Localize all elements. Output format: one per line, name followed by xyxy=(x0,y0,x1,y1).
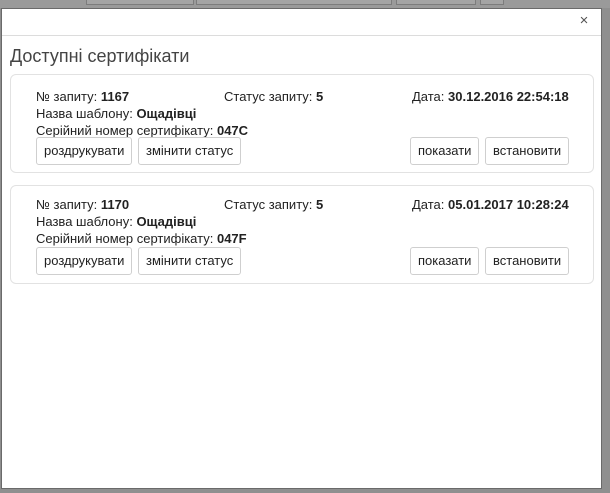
certificate-serial-value: 047F xyxy=(216,231,247,246)
request-status-label: Статус запиту: xyxy=(224,197,313,212)
request-status-label: Статус запиту: xyxy=(224,89,313,104)
request-date-label: Дата: xyxy=(412,197,445,212)
request-date-value: 05.01.2017 10:28:24 xyxy=(448,197,569,212)
request-status: Статус запиту: 5 xyxy=(224,89,323,104)
certificate-card: № запиту: 1170 Статус запиту: 5 Дата: 05… xyxy=(10,185,594,284)
template-name: Назва шаблону: Ощадівці xyxy=(36,106,196,121)
request-date: Дата: 05.01.2017 10:28:24 xyxy=(412,197,569,212)
template-name-value: Ощадівці xyxy=(136,214,197,229)
request-number-label: № запиту: xyxy=(36,89,98,104)
background-table-row xyxy=(0,0,610,8)
request-date: Дата: 30.12.2016 22:54:18 xyxy=(412,89,569,104)
request-status: Статус запиту: 5 xyxy=(224,197,323,212)
certificates-dialog: × Доступні сертифікати № запиту: 1167 Ст… xyxy=(1,8,602,489)
request-status-value: 5 xyxy=(316,197,324,212)
dialog-header: × xyxy=(2,9,601,36)
show-button[interactable]: показати xyxy=(410,137,480,165)
background-code-cell xyxy=(396,0,476,5)
certificate-serial-label: Серійний номер сертифікату: xyxy=(36,123,214,138)
template-name-value: Ощадівці xyxy=(136,106,197,121)
request-number-value: 1167 xyxy=(100,89,130,104)
background-email-cell xyxy=(196,0,392,5)
certificate-card: № запиту: 1167 Статус запиту: 5 Дата: 30… xyxy=(10,74,594,173)
request-date-value: 30.12.2016 22:54:18 xyxy=(448,89,569,104)
change-status-button[interactable]: змінити статус xyxy=(138,247,242,275)
request-number-value: 1170 xyxy=(100,197,130,212)
install-button[interactable]: встановити xyxy=(485,137,570,165)
certificate-serial-value: 047C xyxy=(216,123,249,138)
change-status-button[interactable]: змінити статус xyxy=(138,137,242,165)
certificate-serial: Серійний номер сертифікату: 047F xyxy=(36,231,247,246)
request-number-label: № запиту: xyxy=(36,197,98,212)
request-status-value: 5 xyxy=(316,89,324,104)
template-name-label: Назва шаблону: xyxy=(36,214,133,229)
certificate-serial: Серійний номер сертифікату: 047C xyxy=(36,123,248,138)
background-phone-cell xyxy=(86,0,194,5)
print-button[interactable]: роздрукувати xyxy=(36,137,133,165)
close-icon[interactable]: × xyxy=(577,13,591,28)
template-name-label: Назва шаблону: xyxy=(36,106,133,121)
print-button[interactable]: роздрукувати xyxy=(36,247,133,275)
request-number: № запиту: 1167 xyxy=(36,89,129,104)
request-number: № запиту: 1170 xyxy=(36,197,129,212)
dialog-title: Доступні сертифікати xyxy=(10,46,190,66)
show-button[interactable]: показати xyxy=(410,247,480,275)
request-date-label: Дата: xyxy=(412,89,445,104)
certificate-serial-label: Серійний номер сертифікату: xyxy=(36,231,214,246)
background-number-cell xyxy=(480,0,504,5)
install-button[interactable]: встановити xyxy=(485,247,570,275)
template-name: Назва шаблону: Ощадівці xyxy=(36,214,196,229)
